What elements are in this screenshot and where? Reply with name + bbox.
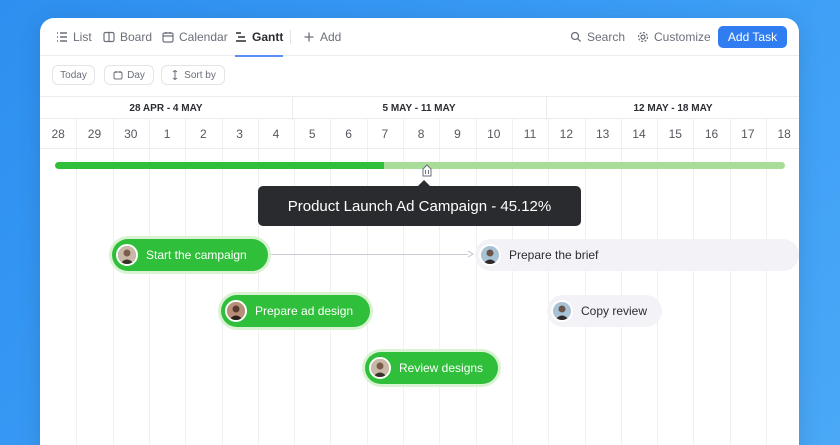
day-cell: 29 [87, 127, 102, 141]
day-cell: 4 [272, 127, 280, 141]
customize-label: Customize [654, 30, 711, 44]
person-avatar-icon [227, 302, 245, 320]
person-avatar-icon [481, 246, 499, 264]
drag-handle-icon[interactable] [420, 164, 434, 178]
day-cell: 17 [741, 127, 755, 141]
customize-button[interactable]: Customize [637, 18, 711, 56]
tab-board-label: Board [120, 30, 153, 44]
add-view-label: Add [320, 30, 342, 44]
day-cell: 2 [199, 127, 207, 141]
day-cell: 8 [417, 127, 425, 141]
task-bar[interactable]: Start the campaign [112, 239, 268, 271]
progress-tooltip: Product Launch Ad Campaign - 45.12% [258, 180, 581, 226]
day-cell: 12 [559, 127, 574, 141]
day-scale-button[interactable]: Day [104, 65, 154, 85]
day-cell: 5 [308, 127, 316, 141]
gantt-icon [236, 32, 246, 42]
day-cell: 9 [454, 127, 461, 141]
tab-calendar[interactable]: Calendar [162, 18, 228, 56]
task-bar[interactable]: Prepare ad design [221, 295, 370, 327]
dependency-line [268, 254, 468, 255]
filter-bar: Today Day Sort by [40, 56, 799, 96]
day-label: Day [127, 69, 145, 81]
tab-calendar-label: Calendar [179, 30, 228, 44]
sort-label: Sort by [184, 69, 216, 81]
dependency-arrow-icon [467, 250, 475, 258]
tab-gantt-label: Gantt [252, 30, 284, 44]
week-label: 5 MAY - 11 MAY [382, 103, 456, 114]
task-bar[interactable]: Review designs [365, 352, 498, 384]
toolbar-divider [290, 30, 291, 44]
day-cell: 7 [381, 127, 389, 141]
week-header: 28 APR - 4 MAY 5 MAY - 11 MAY 12 MAY - 1… [40, 96, 799, 120]
day-cell: 28 [51, 127, 65, 141]
day-cell: 3 [236, 127, 243, 141]
gantt-window: List Board Calendar Gantt Add Search Cus… [40, 18, 799, 445]
task-label: Prepare ad design [255, 304, 354, 318]
today-button[interactable]: Today [52, 65, 95, 85]
search-label: Search [587, 30, 626, 44]
search-button[interactable]: Search [570, 18, 625, 56]
calendar-icon [162, 32, 174, 43]
person-avatar-icon [371, 359, 389, 377]
tab-list[interactable]: List [56, 18, 92, 56]
task-bar[interactable]: Copy review [547, 295, 662, 327]
avatar [225, 300, 247, 322]
search-icon [570, 31, 582, 43]
person-avatar-icon [553, 302, 571, 320]
day-cell: 18 [777, 127, 791, 141]
avatar [551, 300, 573, 322]
day-cell: 16 [704, 127, 719, 141]
day-cell: 13 [595, 127, 610, 141]
day-cell: 10 [487, 127, 501, 141]
avatar [369, 357, 391, 379]
week-label: 12 MAY - 18 MAY [633, 103, 713, 114]
gear-icon [637, 31, 649, 43]
avatar [116, 244, 138, 266]
list-icon [57, 32, 67, 42]
tab-gantt[interactable]: Gantt [235, 18, 284, 57]
sort-button[interactable]: Sort by [161, 65, 225, 85]
day-cell: 11 [523, 127, 537, 141]
board-icon [103, 31, 115, 43]
add-task-button[interactable]: Add Task [718, 26, 787, 48]
day-cell: 30 [124, 127, 138, 141]
person-avatar-icon [118, 246, 136, 264]
task-bar[interactable]: Prepare the brief [475, 239, 799, 271]
day-cell: 15 [668, 127, 682, 141]
day-cell: 14 [632, 127, 646, 141]
avatar [479, 244, 501, 266]
add-view-button[interactable]: Add [303, 18, 341, 56]
task-label: Review designs [399, 361, 484, 375]
clock-icon [113, 71, 123, 80]
view-toolbar: List Board Calendar Gantt Add Search Cus… [40, 18, 799, 57]
tab-board[interactable]: Board [103, 18, 152, 56]
task-label: Copy review [581, 304, 648, 318]
task-label: Prepare the brief [509, 248, 599, 262]
today-label: Today [60, 69, 87, 81]
tab-list-label: List [73, 30, 92, 44]
day-header: 28 29 30 1 2 3 4 5 6 7 8 9 10 11 12 13 14 15 16 17 18 [40, 119, 799, 149]
plus-icon [304, 32, 314, 42]
sort-icon [172, 70, 178, 80]
day-cell: 6 [345, 127, 352, 141]
week-label: 28 APR - 4 MAY [129, 103, 203, 114]
task-label: Start the campaign [146, 248, 247, 262]
project-progress-fill [55, 162, 385, 169]
day-cell: 1 [163, 127, 171, 141]
